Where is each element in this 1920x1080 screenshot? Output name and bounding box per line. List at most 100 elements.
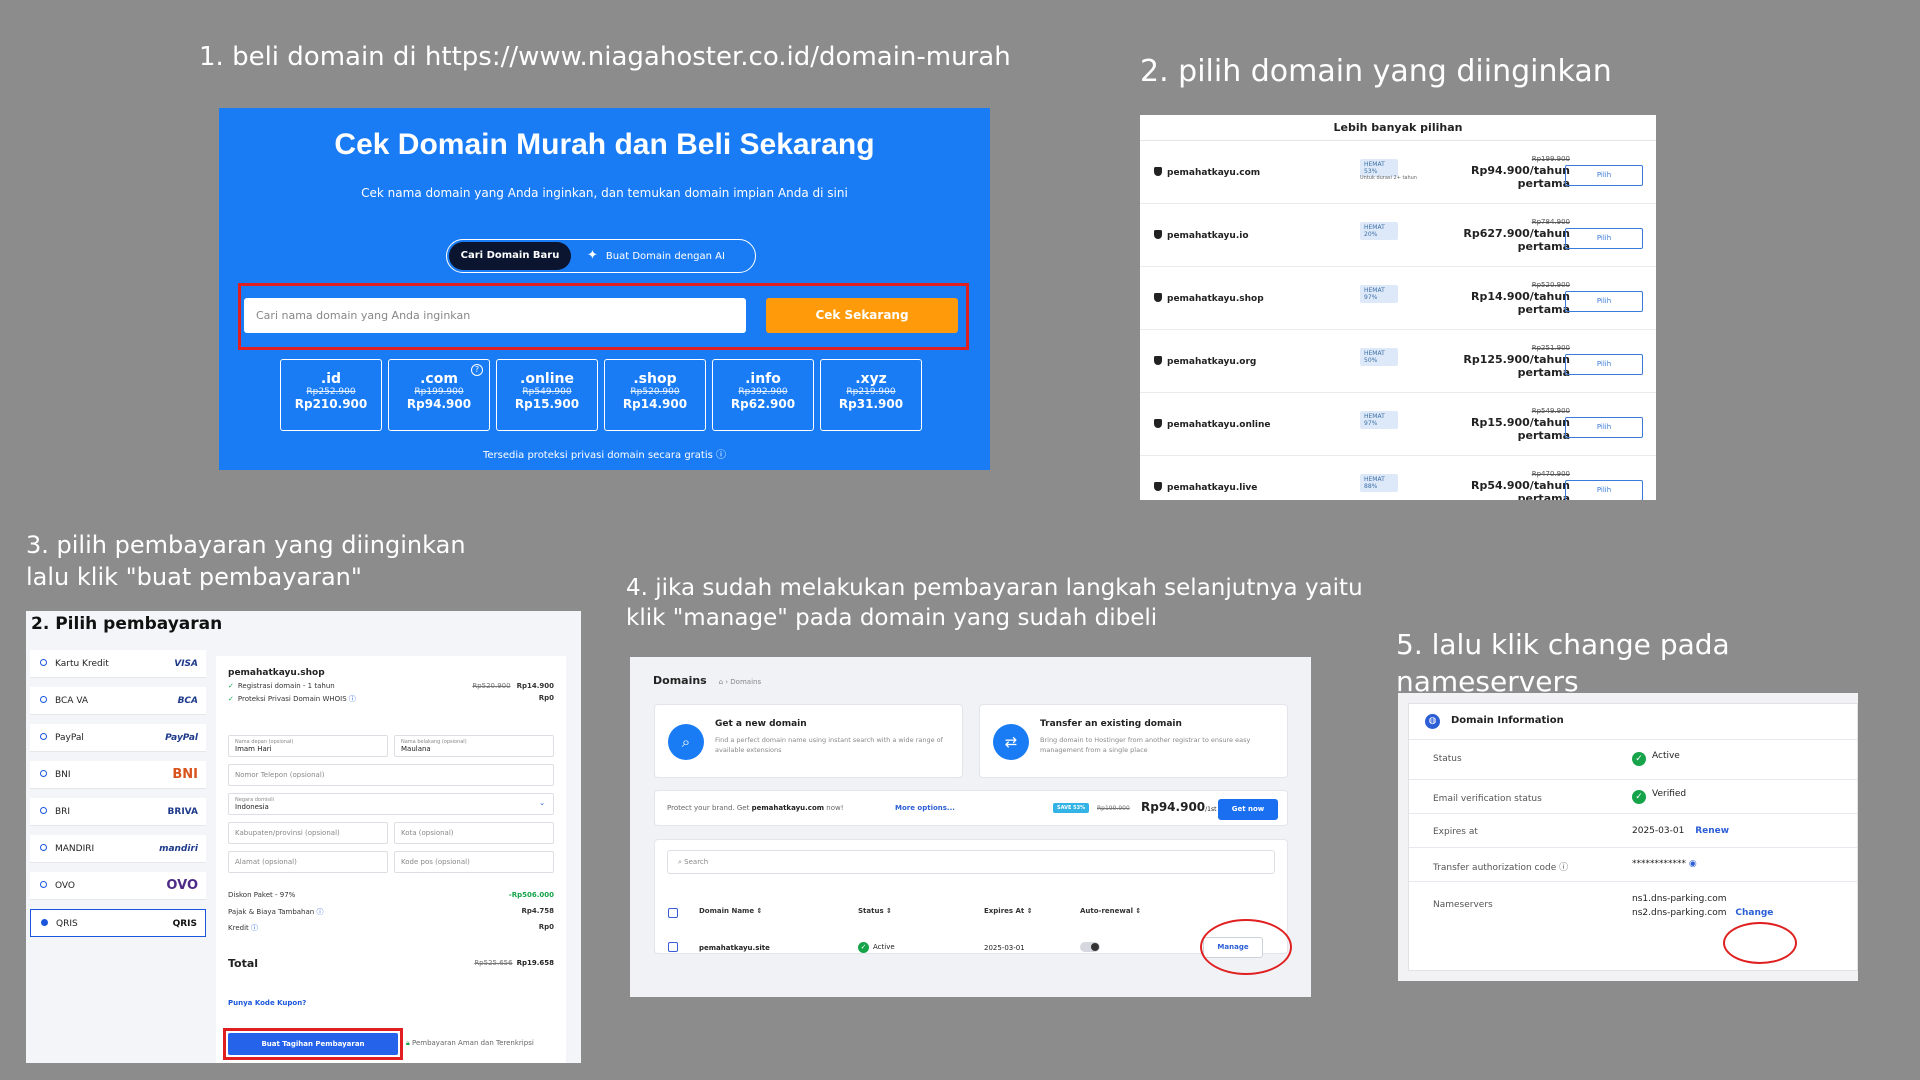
tld-card-info[interactable]: .info Rp392.900 Rp62.900	[712, 359, 814, 431]
country-select[interactable]: Negara domisili Indonesia ⌄	[228, 793, 554, 815]
domain-option-row: pemahatkayu.shop HEMAT 97% Rp520.900 Rp1…	[1140, 267, 1656, 330]
tld-name: .shop	[633, 371, 677, 387]
visa-logo: VISA	[174, 659, 198, 669]
row-expires: 2025-03-01	[984, 944, 1025, 952]
domain-option-row: pemahatkayu.live HEMAT 88% Rp470.900 Rp5…	[1140, 456, 1656, 500]
domain-options-panel: Lebih banyak pilihan pemahatkayu.com HEM…	[1140, 115, 1656, 500]
auto-renewal-toggle[interactable]	[1080, 942, 1100, 952]
old-price: Rp520.900	[1531, 281, 1570, 289]
status-row: Status ✓ Active	[1409, 740, 1857, 780]
row-checkbox[interactable]	[668, 942, 678, 952]
col-expires-at[interactable]: Expires At ⇕	[984, 907, 1033, 915]
price: Rp94.900/tahun pertama	[1471, 164, 1570, 190]
tld-name: .online	[520, 371, 574, 387]
address-field[interactable]: Alamat (opsional)	[228, 851, 388, 873]
radio[interactable]	[40, 844, 47, 851]
card-description: Find a perfect domain name using instant…	[715, 736, 943, 755]
help-icon: ⓘ	[251, 924, 258, 932]
domain-name: pemahatkayu.shop	[1154, 293, 1264, 304]
first-name-field[interactable]: Nama depan (opsional) Imam Hari	[228, 735, 388, 757]
step-3-title: 3. pilih pembayaran yang diinginkan lalu…	[26, 531, 466, 591]
pilih-button[interactable]: Pilih	[1565, 165, 1643, 186]
credit-line: Kredit ⓘ Rp0	[228, 923, 554, 932]
postcode-field[interactable]: Kode pos (opsional)	[394, 851, 554, 873]
payment-option-bca[interactable]: BCA VA BCA	[30, 687, 206, 715]
radio[interactable]	[40, 881, 47, 888]
radio[interactable]	[40, 733, 47, 740]
radio[interactable]	[40, 696, 47, 703]
payment-option-bni[interactable]: BNI BNI	[30, 761, 206, 789]
get-now-button[interactable]: Get now	[1218, 799, 1278, 820]
city-field[interactable]: Kota (opsional)	[394, 822, 554, 844]
renew-link[interactable]: Renew	[1695, 826, 1729, 836]
tld-price: Rp31.900	[838, 397, 904, 411]
tld-card-id[interactable]: .id Rp252.900 Rp210.900	[280, 359, 382, 431]
transfer-domain-card[interactable]: ⇄ Transfer an existing domain Bring doma…	[979, 704, 1288, 778]
help-icon: ⓘ	[316, 908, 324, 916]
phone-field[interactable]: Nomor Telepon (opsional)	[228, 764, 554, 786]
payment-option-ovo[interactable]: OVO OVO	[30, 872, 206, 900]
pilih-button[interactable]: Pilih	[1565, 228, 1643, 249]
highlight-ellipse	[1723, 922, 1797, 964]
payment-option-kartu-kredit[interactable]: Kartu Kredit VISA	[30, 650, 206, 678]
sparkle-icon: ✦	[587, 248, 598, 263]
radio[interactable]	[40, 807, 47, 814]
radio[interactable]	[40, 770, 47, 777]
col-domain-name[interactable]: Domain Name ⇕	[699, 907, 762, 915]
price: Rp125.900/tahun pertama	[1463, 353, 1570, 379]
highlight-box	[238, 283, 969, 350]
more-options-link[interactable]: More options...	[895, 804, 955, 812]
pilih-button[interactable]: Pilih	[1565, 480, 1643, 500]
radio[interactable]	[40, 659, 47, 666]
order-domain: pemahatkayu.shop	[228, 668, 325, 678]
tab-cari-domain-baru[interactable]: Cari Domain Baru	[449, 242, 571, 270]
domain-option-row: pemahatkayu.io HEMAT 20% Rp784.900 Rp627…	[1140, 204, 1656, 267]
tld-card-online[interactable]: .online Rp549.900 Rp15.900	[496, 359, 598, 431]
tab-buat-domain-ai[interactable]: ✦ Buat Domain dengan AI	[587, 240, 725, 272]
payment-option-qris[interactable]: QRIS QRIS	[30, 909, 206, 937]
expires-row: Expires at 2025-03-01 Renew	[1409, 814, 1857, 848]
options-header: Lebih banyak pilihan	[1140, 115, 1656, 141]
payment-option-bri[interactable]: BRI BRIVA	[30, 798, 206, 826]
tld-card-xyz[interactable]: .xyz Rp219.900 Rp31.900	[820, 359, 922, 431]
check-icon: ✓	[1632, 790, 1646, 804]
tld-card-shop[interactable]: .shop Rp520.900 Rp14.900	[604, 359, 706, 431]
select-all-checkbox[interactable]	[668, 908, 678, 918]
col-auto-renewal[interactable]: Auto-renewal ⇕	[1080, 907, 1141, 915]
tld-old-price: Rp392.900	[738, 387, 788, 397]
tld-price: Rp14.900	[622, 397, 688, 411]
domain-name: pemahatkayu.org	[1154, 356, 1256, 367]
last-name-field[interactable]: Nama belakang (opsional) Maulana	[394, 735, 554, 757]
domains-table: ⌕ Search	[654, 839, 1288, 954]
domain-option-row: pemahatkayu.org HEMAT 50% Rp251.900 Rp12…	[1140, 330, 1656, 393]
province-field[interactable]: Kabupaten/provinsi (opsional)	[228, 822, 388, 844]
check-icon: ✓	[228, 695, 234, 703]
eye-icon[interactable]: ◉	[1689, 859, 1697, 869]
radio[interactable]	[41, 919, 48, 926]
nameservers-row: Nameservers ns1.dns-parking.com ns2.dns-pa…	[1433, 894, 1774, 919]
domain-name: pemahatkayu.com	[1154, 167, 1260, 178]
bca-logo: BCA	[177, 696, 198, 706]
domain-search-input[interactable]: ⌕ Search	[667, 850, 1275, 874]
payment-option-mandiri[interactable]: MANDIRI mandiri	[30, 835, 206, 863]
tld-old-price: Rp199.900	[414, 387, 464, 397]
tld-card-com[interactable]: ? .com Rp199.900 Rp94.900	[388, 359, 490, 431]
change-nameservers-link[interactable]: Change	[1735, 908, 1773, 918]
tld-price: Rp62.900	[730, 397, 796, 411]
shield-icon	[1154, 482, 1162, 491]
pilih-button[interactable]: Pilih	[1565, 291, 1643, 312]
get-new-domain-card[interactable]: ⌕ Get a new domain Find a perfect domain…	[654, 704, 963, 778]
pilih-button[interactable]: Pilih	[1565, 417, 1643, 438]
breadcrumb[interactable]: ⌂ › Domains	[719, 678, 762, 686]
briva-logo: BRIVA	[167, 807, 198, 817]
payment-option-paypal[interactable]: PayPal PayPal	[30, 724, 206, 752]
discount-badge: HEMAT 50%	[1360, 348, 1398, 366]
save-badge: SAVE 53%	[1053, 803, 1090, 813]
col-status[interactable]: Status ⇕	[858, 907, 892, 915]
coupon-link[interactable]: Punya Kode Kupon?	[228, 999, 306, 1007]
shield-icon	[1154, 293, 1162, 302]
page-title: Cek Domain Murah dan Beli Sekarang	[334, 128, 875, 161]
domain-name: pemahatkayu.io	[1154, 230, 1249, 241]
pilih-button[interactable]: Pilih	[1565, 354, 1643, 375]
shield-icon	[1154, 419, 1162, 428]
